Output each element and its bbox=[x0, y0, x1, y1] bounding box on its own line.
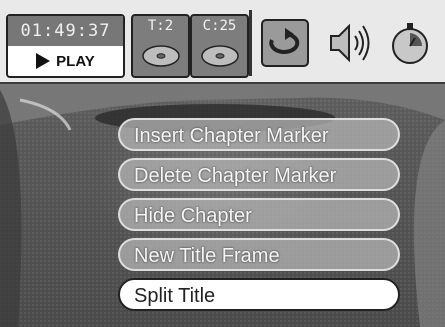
play-label: PLAY bbox=[56, 52, 95, 70]
play-icon bbox=[36, 53, 51, 69]
menu-item-insert-chapter-marker[interactable]: Insert Chapter Marker bbox=[118, 118, 400, 151]
chapter-number: C:25 bbox=[202, 18, 237, 34]
timer-icon bbox=[392, 23, 428, 64]
repeat-button[interactable] bbox=[260, 18, 310, 68]
chapter-indicator: C:25 bbox=[190, 14, 249, 78]
status-bar: 01:49:37 PLAY T:2 C:25 bbox=[0, 0, 445, 84]
audio-button[interactable] bbox=[325, 18, 375, 68]
play-status: PLAY bbox=[8, 48, 123, 74]
disc-icon bbox=[142, 45, 180, 67]
menu-item-delete-chapter-marker[interactable]: Delete Chapter Marker bbox=[118, 158, 400, 191]
divider bbox=[249, 10, 252, 76]
edit-menu: Insert Chapter Marker Delete Chapter Mar… bbox=[118, 118, 400, 318]
menu-item-split-title[interactable]: Split Title bbox=[118, 278, 400, 311]
video-screen: 01:49:37 PLAY T:2 C:25 Insert Chapter Ma… bbox=[0, 0, 445, 327]
elapsed-time: 01:49:37 bbox=[8, 16, 123, 46]
title-indicator: T:2 bbox=[131, 14, 190, 78]
title-number: T:2 bbox=[147, 18, 174, 34]
menu-item-hide-chapter[interactable]: Hide Chapter bbox=[118, 198, 400, 231]
disc-icon bbox=[201, 45, 239, 67]
menu-item-new-title-frame[interactable]: New Title Frame bbox=[118, 238, 400, 271]
repeat-icon bbox=[261, 19, 309, 67]
timer-button[interactable] bbox=[385, 18, 435, 68]
audio-icon bbox=[330, 23, 370, 63]
time-display: 01:49:37 PLAY bbox=[6, 14, 125, 78]
